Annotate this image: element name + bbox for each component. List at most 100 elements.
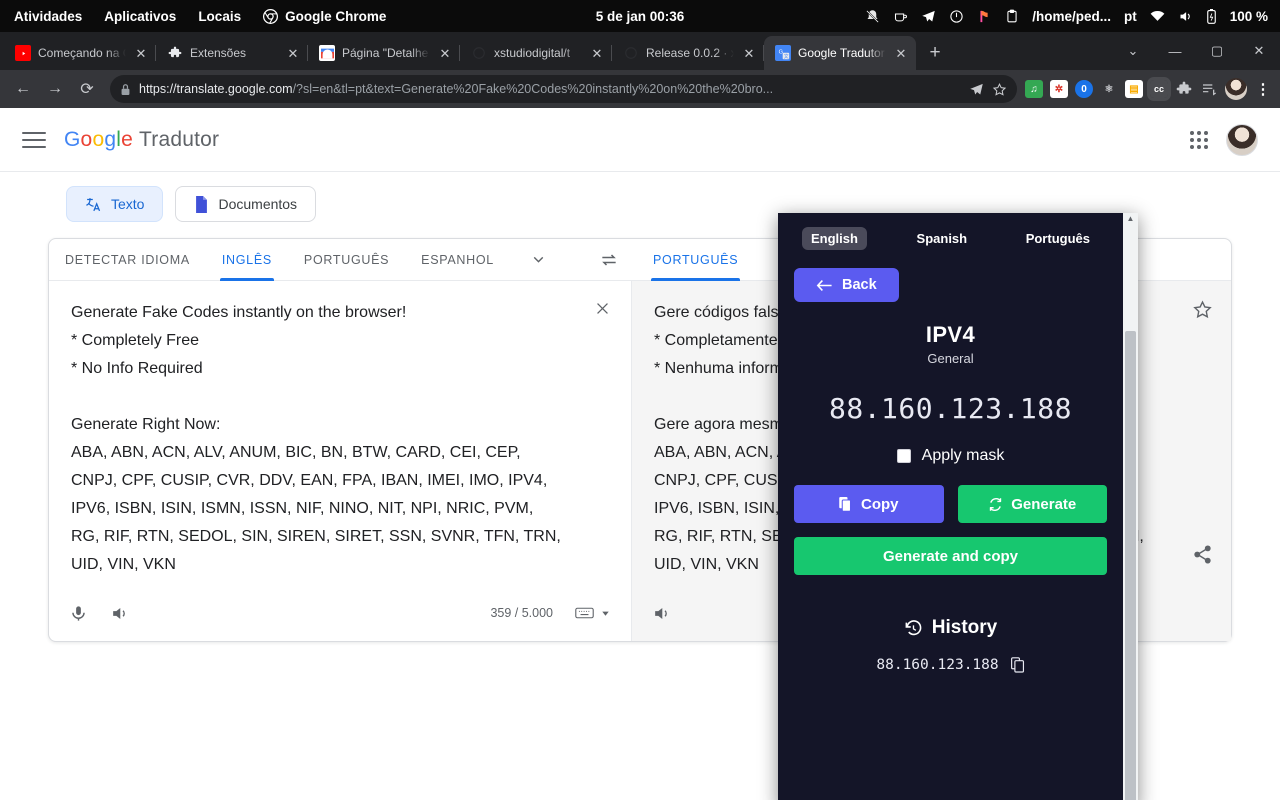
browser-tab[interactable]: Extensões ✕ [156,36,308,70]
ads-blocker-extension-icon[interactable]: ✲ [1050,80,1068,98]
telegram-icon[interactable] [921,9,936,24]
close-icon[interactable]: ✕ [285,45,301,61]
source-lang-portuguese[interactable]: PORTUGUÊS [288,239,405,280]
tab-documentos[interactable]: Documentos [175,186,316,222]
scroll-up-arrow-icon[interactable]: ▲ [1127,215,1135,223]
reader-extension-icon[interactable]: ▤ [1125,80,1143,98]
arrow-left-icon [816,278,833,293]
forward-arrow-icon[interactable]: → [40,74,70,104]
lang-label: DETECTAR IDIOMA [65,253,190,267]
speaker-icon[interactable] [110,604,129,623]
keyboard-layout-label[interactable]: pt [1124,9,1137,24]
places-menu[interactable]: Locais [198,9,241,24]
reading-list-icon[interactable] [1200,80,1218,98]
source-textarea[interactable]: Generate Fake Codes instantly on the bro… [49,281,631,585]
chevron-down-icon[interactable] [510,239,567,280]
logo-letter: o [92,128,104,151]
history-title-label: History [932,617,997,639]
keyboard-input-button[interactable] [575,606,611,620]
clock-label[interactable]: 5 de jan 00:36 [596,9,685,24]
applications-menu[interactable]: Aplicativos [104,9,176,24]
tab-title: Google Tradutor [798,46,886,60]
url-host: https://translate.google.com [139,82,293,96]
close-icon[interactable]: ✕ [893,45,909,61]
address-bar[interactable]: https://translate.google.com/?sl=en&tl=p… [110,75,1017,103]
speaker-icon[interactable] [652,604,671,623]
page-content: Google Tradutor Texto Documentos DETECTA… [0,108,1280,800]
lang-label: INGLÊS [222,253,272,267]
battery-icon[interactable] [1206,9,1217,24]
user-avatar[interactable] [1226,124,1258,156]
clear-source-button[interactable] [589,295,615,321]
apply-mask-checkbox[interactable] [897,449,911,463]
wifi-icon[interactable] [1150,9,1165,24]
generate-label: Generate [1011,496,1076,513]
share-icon[interactable] [969,82,984,97]
maximize-icon[interactable]: ▢ [1196,32,1238,70]
source-lang-detect[interactable]: DETECTAR IDIOMA [49,239,206,280]
tab-texto[interactable]: Texto [66,186,163,222]
plus-icon: + [929,42,940,64]
minimize-icon[interactable]: — [1154,32,1196,70]
extensions-puzzle-icon[interactable] [1175,80,1193,98]
browser-tab-active[interactable]: G文 Google Tradutor ✕ [764,36,916,70]
chevron-down-icon[interactable]: ⌄ [1112,32,1154,70]
clipboard-icon[interactable] [1005,9,1019,23]
swap-languages-icon[interactable] [581,239,637,280]
current-app-menu[interactable]: Google Chrome [263,9,386,24]
back-arrow-icon[interactable]: ← [8,74,38,104]
close-icon[interactable]: ✕ [741,45,757,61]
source-lang-english[interactable]: INGLÊS [206,239,288,280]
generate-and-copy-button[interactable]: Generate and copy [794,537,1107,575]
flag-icon[interactable] [977,9,992,24]
react-devtools-extension-icon[interactable]: ⚛ [1100,80,1118,98]
places-label: Locais [198,9,241,24]
volume-icon[interactable] [1178,9,1193,24]
chrome-store-icon [319,45,335,61]
target-lang-portuguese[interactable]: PORTUGUÊS [637,239,754,280]
microphone-icon[interactable] [69,604,88,623]
activities-menu[interactable]: Atividades [14,9,82,24]
onepassword-extension-icon[interactable]: 0 [1075,80,1093,98]
browser-tab[interactable]: Release 0.0.2 · xs ✕ [612,36,764,70]
browser-tab[interactable]: xstudiodigital/t ✕ [460,36,612,70]
copy-icon[interactable] [1011,657,1025,673]
new-tab-button[interactable]: + [921,39,949,67]
close-icon[interactable]: ✕ [589,45,605,61]
share-icon[interactable] [1192,544,1213,565]
reload-icon[interactable]: ⟳ [72,74,102,104]
coffee-cup-icon[interactable] [893,9,908,24]
power-icon[interactable] [949,9,964,24]
refresh-icon [988,497,1003,512]
music-extension-icon[interactable]: ♫ [1025,80,1043,98]
chrome-menu-icon[interactable]: ⋮ [1254,80,1272,98]
fake-codes-extension-icon[interactable]: cc [1150,80,1168,98]
profile-avatar[interactable] [1225,78,1247,100]
bell-muted-icon[interactable] [865,9,880,24]
gnome-top-bar: Atividades Aplicativos Locais Google Chr… [0,0,1280,32]
scrollbar-thumb[interactable] [1125,331,1136,800]
close-icon[interactable]: ✕ [133,45,149,61]
bookmark-star-icon[interactable] [992,82,1007,97]
copy-label: Copy [861,496,899,513]
browser-tab[interactable]: Página "Detalhe ✕ [308,36,460,70]
applications-label: Aplicativos [104,9,176,24]
popup-lang-portugues[interactable]: Português [1017,227,1099,250]
popup-lang-spanish[interactable]: Spanish [908,227,977,250]
hamburger-menu-icon[interactable] [22,127,46,153]
browser-tab[interactable]: Começando na C ✕ [4,36,156,70]
logo-letter: o [81,128,93,151]
popup-lang-english[interactable]: English [802,227,867,250]
source-lang-spanish[interactable]: ESPANHOL [405,239,510,280]
star-outline-icon[interactable] [1192,299,1213,320]
code-type-title: IPV4 [794,322,1107,348]
google-apps-grid-icon[interactable] [1190,131,1208,149]
close-icon[interactable]: ✕ [437,45,453,61]
folder-path-label[interactable]: /home/ped... [1032,9,1111,24]
chrome-icon [263,9,278,24]
lang-label: PORTUGUÊS [653,253,738,267]
close-icon[interactable]: ✕ [1238,32,1280,70]
back-button[interactable]: Back [794,268,899,302]
copy-button[interactable]: Copy [794,485,944,523]
generate-button[interactable]: Generate [958,485,1108,523]
